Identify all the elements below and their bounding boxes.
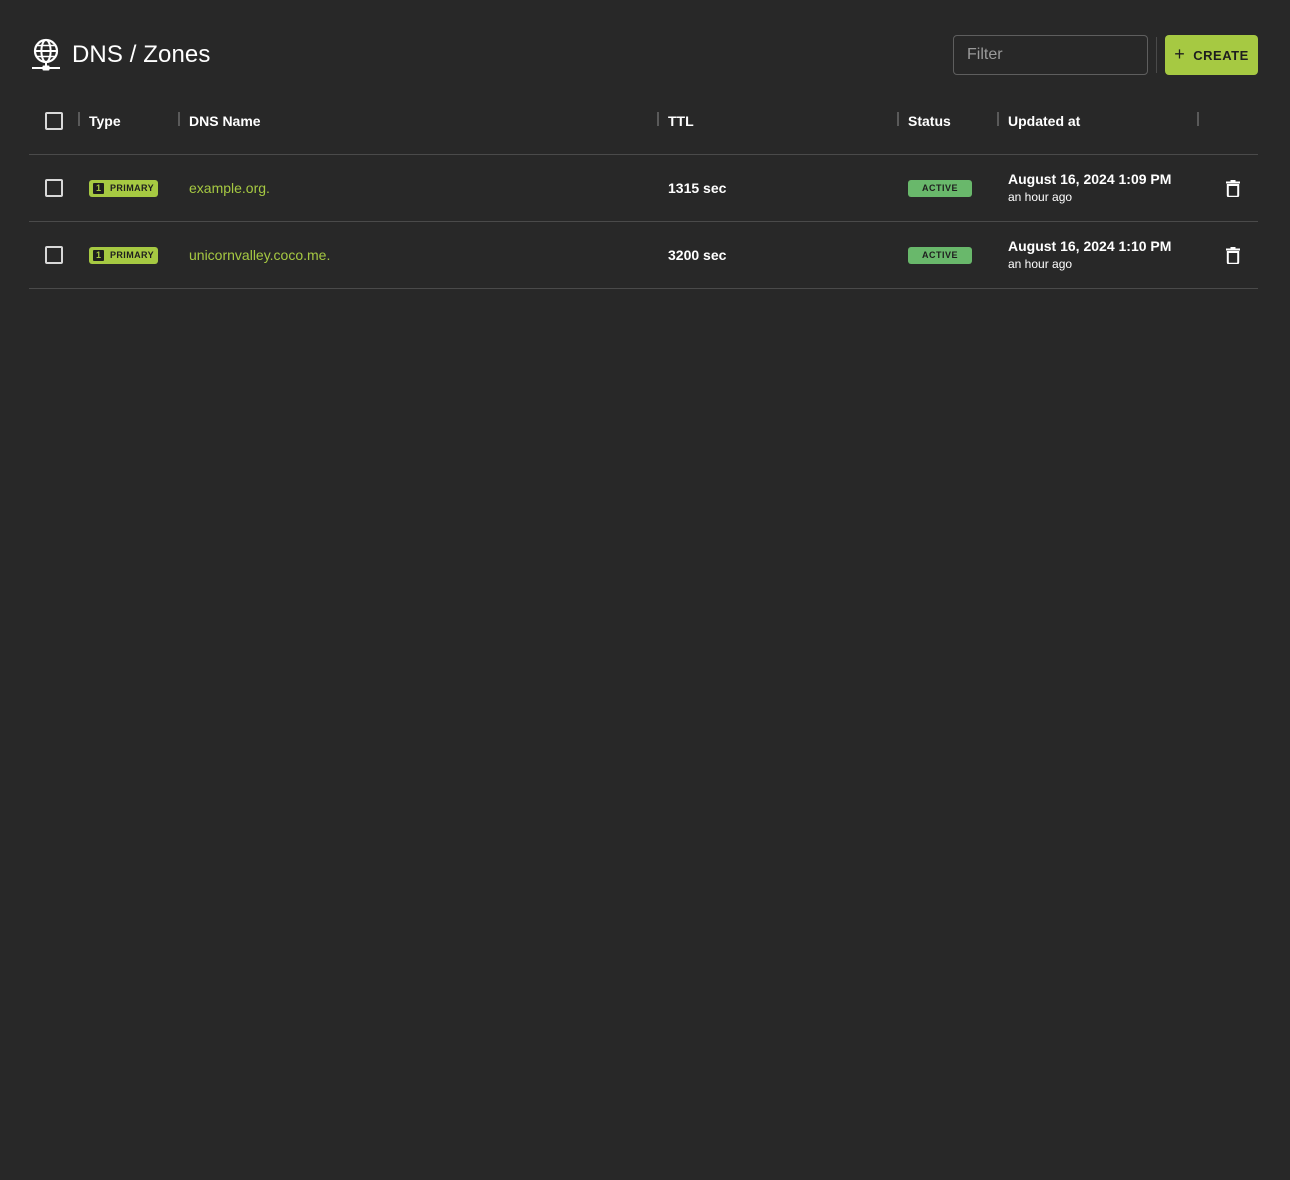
dns-name-cell: example.org. xyxy=(189,155,270,221)
type-cell: 1 PRIMARY xyxy=(89,222,158,288)
create-button-label: CREATE xyxy=(1193,47,1249,63)
create-button[interactable]: + CREATE xyxy=(1165,35,1258,75)
column-header-type-label: Type xyxy=(89,112,121,129)
type-number-icon: 1 xyxy=(93,182,104,194)
column-resize-handle[interactable] xyxy=(178,112,180,126)
updated-at-cell: August 16, 2024 1:09 PM an hour ago xyxy=(1008,155,1171,221)
updated-relative: an hour ago xyxy=(1008,190,1073,204)
row-select-checkbox[interactable] xyxy=(45,246,63,264)
select-all-checkbox[interactable] xyxy=(45,111,63,130)
title-area: DNS / Zones xyxy=(30,35,210,75)
column-resize-handle[interactable] xyxy=(897,112,899,126)
actions-cell xyxy=(1219,155,1247,221)
type-cell: 1 PRIMARY xyxy=(89,155,158,221)
type-badge-label: PRIMARY xyxy=(110,183,154,193)
updated-relative: an hour ago xyxy=(1008,257,1073,271)
dns-zones-page: DNS / Zones + CREATE Type DNS Name TTL xyxy=(0,0,1290,1180)
ttl-value: 1315 sec xyxy=(668,180,727,196)
column-header-status[interactable]: Status xyxy=(908,87,951,154)
column-header-type[interactable]: Type xyxy=(89,87,121,154)
dns-name-link[interactable]: example.org. xyxy=(189,180,270,196)
plus-icon: + xyxy=(1174,44,1186,64)
updated-date: August 16, 2024 1:10 PM xyxy=(1008,238,1172,254)
page-title: DNS / Zones xyxy=(72,41,211,68)
updated-at-cell: August 16, 2024 1:10 PM an hour ago xyxy=(1008,222,1171,288)
status-cell: ACTIVE xyxy=(908,222,972,288)
dns-name-cell: unicornvalley.coco.me. xyxy=(189,222,330,288)
dns-name-link[interactable]: unicornvalley.coco.me. xyxy=(189,247,330,263)
column-header-updated-at[interactable]: Updated at xyxy=(1008,87,1080,154)
trash-icon[interactable] xyxy=(1226,246,1240,264)
column-header-ttl[interactable]: TTL xyxy=(668,87,694,154)
column-header-dns-name-label: DNS Name xyxy=(189,112,261,129)
column-resize-handle[interactable] xyxy=(1197,112,1199,126)
table-header-row: Type DNS Name TTL Status Updated at xyxy=(29,87,1258,155)
status-badge: ACTIVE xyxy=(908,179,972,197)
column-header-ttl-label: TTL xyxy=(668,112,694,129)
row-select-cell xyxy=(45,155,63,221)
row-select-cell xyxy=(45,222,63,288)
type-badge: 1 PRIMARY xyxy=(89,179,158,197)
column-resize-handle[interactable] xyxy=(997,112,999,126)
type-badge-label: PRIMARY xyxy=(110,250,154,260)
table-row[interactable]: 1 PRIMARY unicornvalley.coco.me. 3200 se… xyxy=(29,222,1258,289)
column-header-updated-at-label: Updated at xyxy=(1008,112,1081,129)
column-resize-handle[interactable] xyxy=(78,112,80,126)
updated-date: August 16, 2024 1:09 PM xyxy=(1008,171,1172,187)
row-select-checkbox[interactable] xyxy=(45,179,63,197)
column-resize-handle[interactable] xyxy=(657,112,659,126)
zones-table: Type DNS Name TTL Status Updated at 1 PR… xyxy=(29,87,1258,289)
type-number-icon: 1 xyxy=(93,249,104,261)
status-badge: ACTIVE xyxy=(908,246,972,264)
header-divider xyxy=(1156,37,1157,73)
trash-icon[interactable] xyxy=(1226,179,1240,197)
column-header-status-label: Status xyxy=(908,112,951,129)
type-badge: 1 PRIMARY xyxy=(89,246,158,264)
table-row[interactable]: 1 PRIMARY example.org. 1315 sec ACTIVE A… xyxy=(29,155,1258,222)
ttl-value: 3200 sec xyxy=(668,247,727,263)
globe-network-icon xyxy=(32,38,60,71)
filter-input[interactable] xyxy=(953,35,1148,75)
actions-cell xyxy=(1219,222,1247,288)
page-header: DNS / Zones + CREATE xyxy=(30,35,1258,75)
column-header-dns-name[interactable]: DNS Name xyxy=(189,87,261,154)
select-all-cell xyxy=(45,87,63,154)
ttl-cell: 1315 sec xyxy=(668,155,726,221)
ttl-cell: 3200 sec xyxy=(668,222,726,288)
status-cell: ACTIVE xyxy=(908,155,972,221)
